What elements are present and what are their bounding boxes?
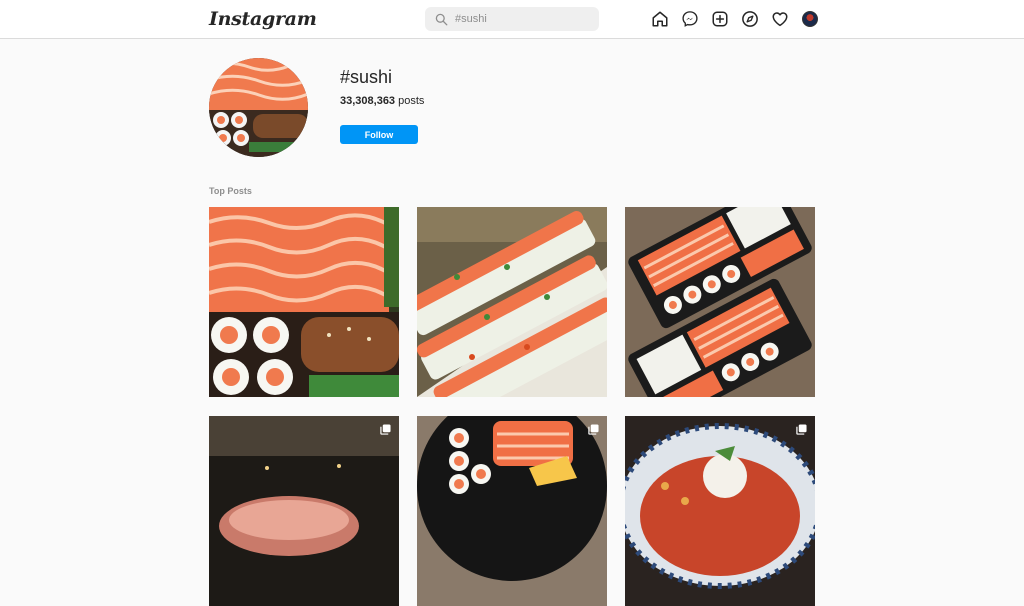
post-image-grilled-meat [209,416,399,606]
post-tile[interactable] [209,207,399,397]
post-count: 33,308,363 posts [340,95,424,107]
multiple-posts-icon [380,424,391,435]
post-image-poke-bowl [625,416,815,606]
follow-button[interactable]: Follow [340,125,418,144]
post-tile[interactable] [417,207,607,397]
hashtag-title: #sushi [340,67,393,87]
profile-avatar [802,11,818,27]
post-count-value: 33,308,363 [340,95,396,107]
top-posts-heading: Top Posts [209,186,252,196]
search-icon [435,13,448,25]
hashtag-profile-image [209,58,308,157]
search-input[interactable]: #sushi [425,7,599,31]
new-post-icon [712,11,728,27]
messenger-button[interactable] [680,9,700,29]
post-tile[interactable] [209,416,399,606]
top-navigation-bar: Instagram #sushi [0,0,1024,39]
post-image-salmon-sashimi [209,207,399,397]
post-tile[interactable] [625,207,815,397]
home-icon [652,11,668,27]
post-tile[interactable] [625,416,815,606]
post-tile[interactable] [417,416,607,606]
instagram-logo[interactable]: Instagram [209,8,317,30]
messenger-icon [682,11,698,27]
profile-button[interactable] [800,9,820,29]
multiple-posts-icon [796,424,807,435]
post-image-sashimi-boxes [625,207,815,397]
activity-button[interactable] [770,9,790,29]
multiple-posts-icon [588,424,599,435]
new-post-button[interactable] [710,9,730,29]
search-query-text[interactable]: #sushi [455,13,487,25]
home-button[interactable] [650,9,670,29]
post-image-sushi-rolls [417,207,607,397]
post-count-label: posts [398,95,425,107]
explore-icon [742,11,758,27]
post-image-sushi-platter [417,416,607,606]
nav-icons [650,9,820,29]
activity-heart-icon [772,12,788,27]
explore-button[interactable] [740,9,760,29]
